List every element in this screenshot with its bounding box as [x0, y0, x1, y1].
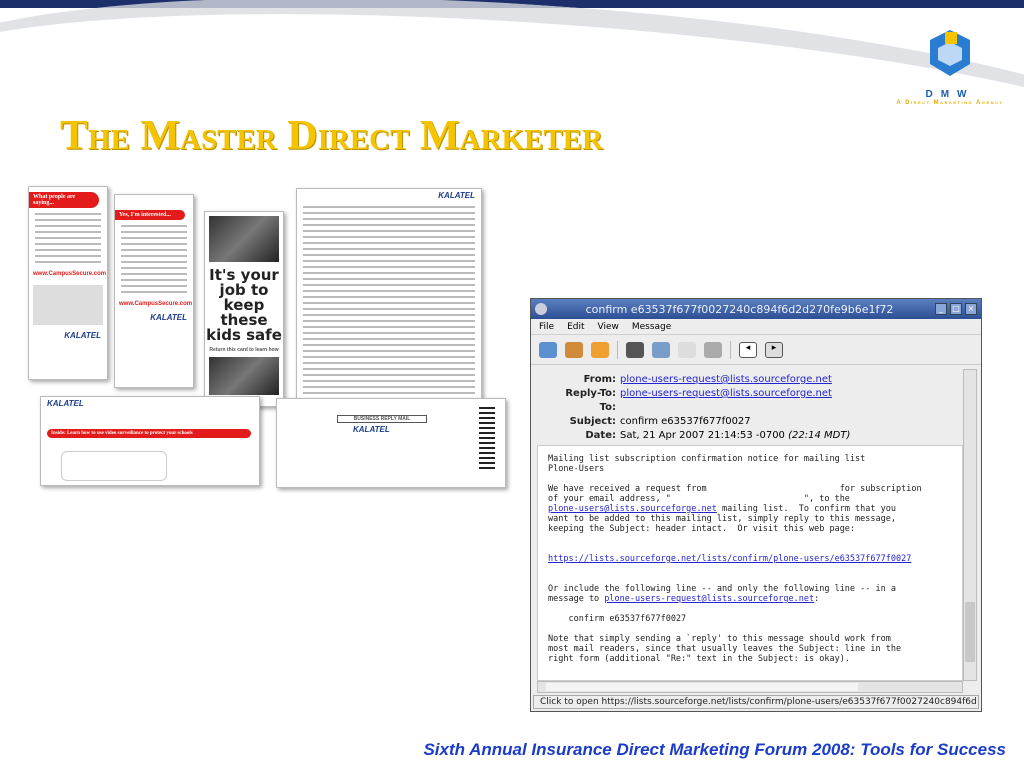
card-url: www.CampusSecure.com: [119, 301, 193, 307]
reply-icon[interactable]: [539, 341, 557, 358]
maximize-button[interactable]: □: [950, 303, 962, 315]
scroll-thumb[interactable]: [965, 602, 975, 662]
date-local: (22:14 MDT): [788, 430, 851, 441]
horizontal-scrollbar[interactable]: [537, 681, 963, 693]
menu-message[interactable]: Message: [632, 322, 671, 332]
message-body: Mailing list subscription confirmation n…: [537, 445, 963, 681]
card-url: www.CampusSecure.com: [33, 271, 107, 277]
card-header: Yes, I'm interested...: [115, 210, 185, 220]
brand-logo: KALATEL: [47, 399, 84, 408]
card-subline: Return this card to learn how: [209, 347, 279, 353]
reply-all-icon[interactable]: [565, 341, 583, 358]
list-address-link[interactable]: plone-users@lists.sourceforge.net: [548, 504, 717, 514]
menu-bar: File Edit View Message: [531, 319, 981, 335]
reply-to-link[interactable]: plone-users-request@lists.sourceforge.ne…: [620, 387, 832, 401]
junk-icon[interactable]: [678, 341, 696, 358]
minimize-button[interactable]: _: [935, 303, 947, 315]
toolbar: ◂ ▸: [531, 335, 981, 365]
from-label: From:: [583, 374, 616, 385]
subject-label: Subject:: [569, 416, 616, 427]
brand-logo: KALATEL: [64, 331, 101, 340]
print-icon[interactable]: [626, 341, 644, 358]
request-address-link[interactable]: plone-users-request@lists.sourceforge.ne…: [604, 594, 814, 604]
body-text: We have received a request from for subs…: [548, 484, 922, 504]
confirm-url-link[interactable]: https://lists.sourceforge.net/lists/conf…: [548, 554, 911, 564]
reply-card: Yes, I'm interested... www.CampusSecure.…: [114, 194, 194, 388]
from-link[interactable]: plone-users-request@lists.sourceforge.ne…: [620, 373, 832, 387]
forward-icon[interactable]: [591, 341, 609, 358]
date-value: Sat, 21 Apr 2007 21:14:53 -0700: [620, 430, 785, 441]
body-note: Note that simply sending a `reply' to th…: [548, 634, 902, 664]
close-button[interactable]: ×: [965, 303, 977, 315]
body-intro: Mailing list subscription confirmation n…: [548, 454, 866, 474]
date-label: Date:: [585, 430, 616, 441]
status-bar: Click to open https://lists.sourceforge.…: [533, 695, 979, 709]
logo-tagline: A Direct Marketing Agency: [896, 100, 1004, 106]
menu-edit[interactable]: Edit: [567, 322, 584, 332]
brand-logo: KALATEL: [150, 313, 187, 322]
vertical-scrollbar[interactable]: [963, 369, 977, 681]
save-icon[interactable]: [652, 341, 670, 358]
confirm-line: confirm e63537f677f0027: [548, 614, 687, 624]
envelope: KALATEL Inside: Learn how to use video s…: [40, 396, 260, 486]
delete-icon[interactable]: [704, 341, 722, 358]
card-header: What people are saying...: [29, 192, 99, 208]
reply-to-label: Reply-To:: [565, 388, 616, 399]
reply-envelope: BUSINESS REPLY MAIL KALATEL: [276, 398, 506, 488]
menu-view[interactable]: View: [598, 322, 619, 332]
brand-logo: KALATEL: [438, 191, 475, 200]
kids-safe-card: It's your job to keep these kids safe Re…: [204, 211, 284, 407]
window-title: confirm e63537f677f0027240c894f6d2d270fe…: [585, 302, 894, 316]
next-icon[interactable]: ▸: [765, 341, 783, 358]
logo-name: DMW: [925, 89, 975, 100]
scroll-thumb[interactable]: [546, 683, 858, 691]
testimonial-card: What people are saying... www.CampusSecu…: [28, 186, 108, 380]
dmw-logo: DMW A Direct Marketing Agency: [880, 28, 1020, 106]
footer-text: Sixth Annual Insurance Direct Marketing …: [423, 740, 1006, 759]
email-window: confirm e63537f677f0027240c894f6d2d270fe…: [530, 298, 982, 712]
app-icon: [535, 303, 547, 315]
page-title: The Master Direct Marketer: [60, 113, 603, 159]
menu-file[interactable]: File: [539, 322, 554, 332]
reply-mail-label: BUSINESS REPLY MAIL: [337, 415, 427, 423]
envelope-banner: Inside: Learn how to use video surveilla…: [47, 429, 251, 438]
to-label: To:: [599, 402, 616, 413]
body-text: :: [814, 594, 820, 604]
subject-value: confirm e63537f677f0027: [620, 416, 751, 427]
message-headers: From: plone-users-request@lists.sourcefor…: [535, 369, 959, 441]
cube-logo-icon: [930, 30, 970, 76]
previous-icon[interactable]: ◂: [739, 341, 757, 358]
card-headline: It's your job to keep these kids safe: [206, 266, 282, 344]
title-bar[interactable]: confirm e63537f677f0027240c894f6d2d270fe…: [531, 299, 981, 319]
